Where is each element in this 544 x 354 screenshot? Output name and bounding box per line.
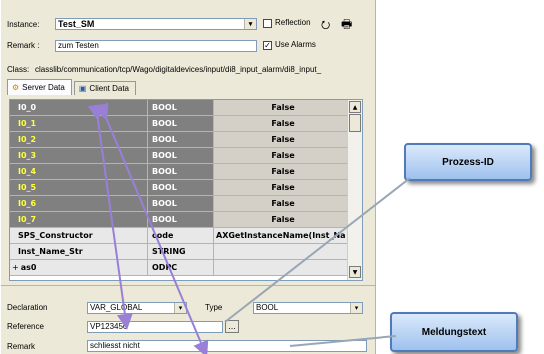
row-value[interactable]: False xyxy=(214,196,352,211)
row-type: BOOL xyxy=(148,180,214,195)
chevron-down-icon[interactable]: ▾ xyxy=(350,303,362,313)
row-value[interactable]: False xyxy=(214,164,352,179)
refresh-icon[interactable]: ⭮ xyxy=(321,16,330,35)
remark-bottom-field[interactable]: schliesst nicht xyxy=(87,340,367,352)
row-type: BOOL xyxy=(148,196,214,211)
properties-panel: Instance: Test_SM ▾ Reflection ⭮ 🖶 Remar… xyxy=(1,0,376,354)
reference-browse-button[interactable]: ... xyxy=(225,320,239,333)
row-name: Inst_Name_Str xyxy=(10,244,148,259)
table-row[interactable]: I0_7 BOOL False xyxy=(10,212,352,228)
row-type: ODPC xyxy=(148,260,214,275)
use-alarms-label: Use Alarms xyxy=(275,40,316,49)
print-icon[interactable]: 🖶 xyxy=(341,15,352,36)
client-icon: ▣ xyxy=(78,84,87,93)
table-row[interactable]: I0_5 BOOL False xyxy=(10,180,352,196)
type-value: BOOL xyxy=(256,303,279,312)
instance-dropdown-icon[interactable]: ▾ xyxy=(244,19,256,29)
row-type: BOOL xyxy=(148,100,214,115)
row-name: I0_3 xyxy=(10,148,148,163)
row-value[interactable]: False xyxy=(214,148,352,163)
instance-field[interactable]: Test_SM ▾ xyxy=(55,18,257,30)
table-row[interactable]: I0_2 BOOL False xyxy=(10,132,352,148)
row-type: STRING xyxy=(148,244,214,259)
row-value[interactable]: False xyxy=(214,180,352,195)
table-row[interactable]: I0_4 BOOL False xyxy=(10,164,352,180)
chevron-down-icon[interactable]: ▾ xyxy=(174,303,186,313)
reflection-checkbox[interactable] xyxy=(263,19,272,28)
row-name: SPS_Constructor xyxy=(10,228,148,243)
type-select[interactable]: BOOL ▾ xyxy=(253,302,363,314)
remark-top-field[interactable]: zum Testen xyxy=(55,40,257,52)
row-type: code xyxy=(148,228,214,243)
table-row[interactable]: Inst_Name_Str STRING xyxy=(10,244,352,260)
row-name: I0_5 xyxy=(10,180,148,195)
instance-label: Instance: xyxy=(7,19,40,29)
remark-top-value: zum Testen xyxy=(58,41,99,50)
row-name: I0_7 xyxy=(10,212,148,227)
table-row[interactable]: I0_0 BOOL False xyxy=(10,100,352,116)
row-value[interactable]: False xyxy=(214,100,352,115)
class-label: Class: xyxy=(7,65,30,74)
row-type: BOOL xyxy=(148,148,214,163)
row-value[interactable] xyxy=(214,244,352,259)
row-value[interactable]: AXGetInstanceName(Inst_Na xyxy=(214,228,352,243)
row-type: BOOL xyxy=(148,164,214,179)
callout-prozess-id: Prozess-ID xyxy=(404,143,532,181)
class-path: classlib/communication/tcp/Wago/digitald… xyxy=(35,65,322,74)
scroll-thumb[interactable] xyxy=(349,114,361,132)
row-name: I0_1 xyxy=(10,116,148,131)
row-value[interactable] xyxy=(214,260,352,275)
use-alarms-checkbox[interactable]: ✓ xyxy=(263,41,272,50)
remark-top-label: Remark : xyxy=(7,41,40,50)
tab-server-data[interactable]: ⚙ Server Data xyxy=(7,79,72,95)
type-label: Type xyxy=(205,303,223,312)
declaration-value: VAR_GLOBAL xyxy=(90,303,143,312)
callout-meldungstext: Meldungstext xyxy=(390,312,518,352)
instance-value: Test_SM xyxy=(58,19,95,29)
server-icon: ⚙ xyxy=(12,83,20,92)
row-name: I0_6 xyxy=(10,196,148,211)
row-name: I0_0 xyxy=(10,100,148,115)
reference-field[interactable]: VP123456 xyxy=(87,321,223,333)
expand-icon[interactable]: + xyxy=(12,263,19,272)
reference-value: VP123456 xyxy=(90,322,128,331)
table-row[interactable]: + as0 ODPC xyxy=(10,260,352,276)
table-row[interactable]: I0_3 BOOL False xyxy=(10,148,352,164)
server-data-grid: I0_0 BOOL False I0_1 BOOL False I0_2 BOO… xyxy=(9,99,363,281)
grid-vertical-scrollbar[interactable]: ▲ ▼ xyxy=(347,100,362,280)
tab-client-data[interactable]: ▣ Client Data xyxy=(73,81,136,95)
reference-label: Reference xyxy=(7,322,44,331)
row-type: BOOL xyxy=(148,132,214,147)
scroll-up-icon[interactable]: ▲ xyxy=(349,101,361,113)
row-type: BOOL xyxy=(148,116,214,131)
instance-row: Instance: xyxy=(7,17,39,31)
row-type: BOOL xyxy=(148,212,214,227)
remark-bottom-value: schliesst nicht xyxy=(90,341,140,350)
tab-server-data-label: Server Data xyxy=(22,83,65,92)
row-value[interactable]: False xyxy=(214,212,352,227)
row-value[interactable]: False xyxy=(214,116,352,131)
table-row[interactable]: I0_6 BOOL False xyxy=(10,196,352,212)
declaration-label: Declaration xyxy=(7,303,48,312)
reflection-label: Reflection xyxy=(275,18,311,27)
scroll-down-icon[interactable]: ▼ xyxy=(349,266,361,278)
table-row[interactable]: I0_1 BOOL False xyxy=(10,116,352,132)
row-name: I0_2 xyxy=(10,132,148,147)
tab-client-data-label: Client Data xyxy=(89,84,129,93)
row-name: I0_4 xyxy=(10,164,148,179)
data-tabs: ⚙ Server Data ▣ Client Data xyxy=(7,79,138,96)
row-name-cell: + as0 xyxy=(10,260,148,275)
table-row[interactable]: SPS_Constructor code AXGetInstanceName(I… xyxy=(10,228,352,244)
row-value[interactable]: False xyxy=(214,132,352,147)
declaration-select[interactable]: VAR_GLOBAL ▾ xyxy=(87,302,187,314)
splitter-handle[interactable] xyxy=(1,285,375,291)
remark-bottom-label: Remark xyxy=(7,342,36,351)
row-name: as0 xyxy=(20,263,37,272)
